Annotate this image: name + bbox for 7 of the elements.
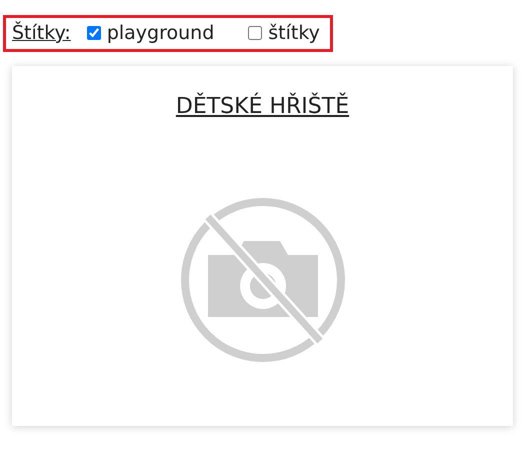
checkbox-label[interactable]: playground [106,22,214,44]
card-title[interactable]: DĚTSKÉ HŘIŠTĚ [176,94,350,119]
checkbox[interactable] [248,26,262,40]
no-camera-icon [180,197,346,363]
filter-label: Štítky: [12,22,71,44]
checkbox-label[interactable]: štítky [268,22,320,44]
checkbox[interactable] [86,26,101,40]
